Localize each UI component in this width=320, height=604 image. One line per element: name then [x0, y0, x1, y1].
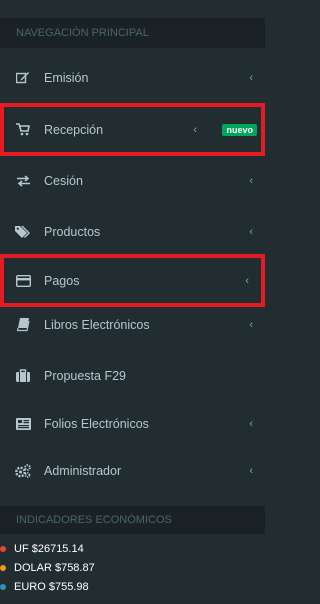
menu-item-label: Propuesta F29 [44, 368, 126, 383]
cart-icon [15, 123, 31, 137]
indicator-text: UF $26715.14 [14, 542, 84, 555]
chevron-left-icon: ‹ [249, 174, 253, 187]
edit-icon [15, 71, 31, 85]
menu-item-administrador[interactable]: Administrador ‹ [0, 444, 265, 497]
menu-item-label: Administrador [44, 463, 122, 478]
menu-item-label: Emisión [44, 70, 89, 85]
menu-item-label: Libros Electrónicos [44, 317, 150, 332]
chevron-left-icon: ‹ [249, 71, 253, 84]
indicator-dolar: DOLAR $758.87 [0, 560, 95, 575]
chevron-left-icon: ‹ [245, 274, 249, 287]
menu-item-label: Folios Electrónicos [44, 416, 149, 431]
economic-indicators-header: INDICADORES ECONÓMICOS [0, 506, 265, 534]
chevron-left-icon: ‹ [249, 225, 253, 238]
credit-card-icon [15, 274, 31, 288]
menu-item-label: Recepción [44, 122, 104, 137]
new-badge: nuevo [222, 123, 257, 136]
tags-icon [15, 225, 31, 239]
menu-item-propuesta-f29[interactable]: Propuesta F29 [0, 349, 265, 402]
menu-item-label: Cesión [44, 173, 83, 188]
menu-item-libros-electronicos[interactable]: Libros Electrónicos ‹ [0, 298, 265, 351]
indicator-text: EURO $755.98 [14, 580, 89, 593]
menu-item-label: Productos [44, 224, 101, 239]
book-icon [15, 317, 31, 332]
cogs-icon [15, 463, 31, 478]
red-circle-icon [0, 545, 6, 552]
chevron-left-icon: ‹ [249, 464, 253, 477]
briefcase-icon [15, 369, 31, 383]
menu-item-cesion[interactable]: Cesión ‹ [0, 154, 265, 207]
chevron-left-icon: ‹ [193, 123, 197, 136]
indicator-euro: EURO $755.98 [0, 579, 89, 594]
menu-item-recepcion[interactable]: Recepción ‹ nuevo [0, 103, 265, 156]
exchange-icon [15, 174, 31, 188]
indicator-uf: UF $26715.14 [0, 541, 84, 556]
yellow-circle-icon [0, 564, 6, 571]
indicator-text: DOLAR $758.87 [14, 561, 95, 574]
menu-item-productos[interactable]: Productos ‹ [0, 205, 265, 258]
chevron-left-icon: ‹ [249, 417, 253, 430]
main-navigation-header: NAVEGACIÓN PRINCIPAL [0, 18, 265, 48]
chevron-left-icon: ‹ [249, 318, 253, 331]
menu-item-emision[interactable]: Emisión ‹ [0, 51, 265, 104]
blue-circle-icon [0, 583, 6, 590]
menu-item-label: Pagos [44, 273, 80, 288]
menu-item-folios-electronicos[interactable]: Folios Electrónicos ‹ [0, 397, 265, 450]
newspaper-icon [15, 417, 31, 431]
